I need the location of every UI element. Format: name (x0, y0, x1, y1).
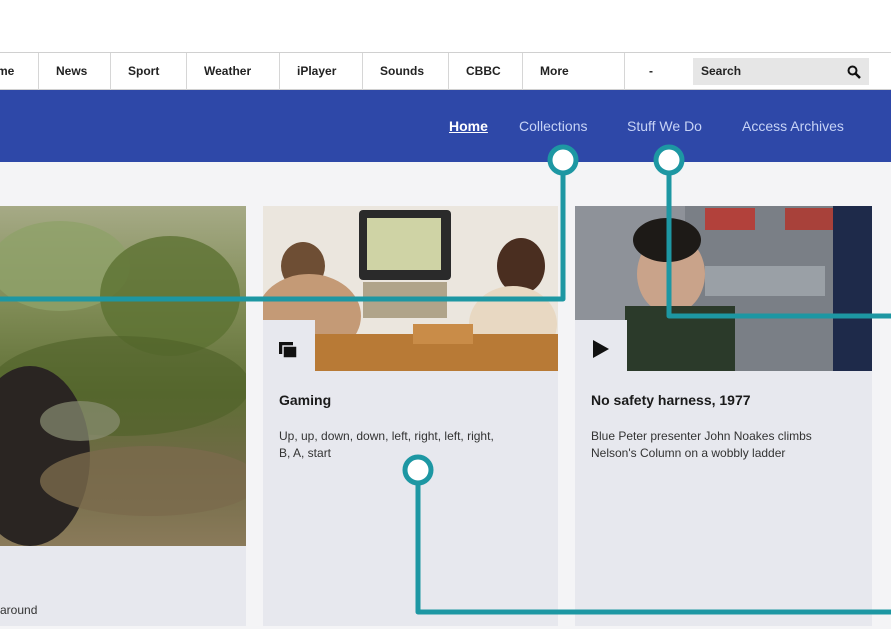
subnav-collections[interactable]: Collections (519, 118, 587, 134)
global-nav: me News Sport Weather iPlayer Sounds CBB… (0, 52, 891, 90)
nav-weather[interactable]: Weather (186, 53, 279, 90)
nav-more[interactable]: More (522, 53, 624, 90)
nav-news[interactable]: News (38, 53, 110, 90)
card-harness-title: No safety harness, 1977 (591, 392, 751, 408)
more-dropdown-toggle[interactable]: - (624, 53, 684, 90)
card-gaming-title: Gaming (279, 392, 332, 408)
subnav-access-archives[interactable]: Access Archives (742, 118, 844, 134)
card-1[interactable]: around (0, 206, 246, 626)
nav-sport[interactable]: Sport (110, 53, 186, 90)
card-gaming[interactable]: Gaming Up, up, down, down, left, right, … (263, 206, 558, 626)
subnav-stuff-we-do[interactable]: Stuff We Do (627, 118, 702, 134)
card-no-safety-harness[interactable]: No safety harness, 1977 Blue Peter prese… (575, 206, 872, 626)
search-box[interactable]: Search (693, 58, 869, 85)
nav-home[interactable]: me (0, 53, 38, 90)
card-gaming-desc: Up, up, down, down, left, right, left, r… (279, 428, 494, 462)
nav-cbbc[interactable]: CBBC (448, 53, 522, 90)
search-label: Search (701, 64, 742, 78)
card-harness-desc-line-1: Blue Peter presenter John Noakes climbs (591, 429, 812, 443)
card-gaming-badge (263, 320, 315, 374)
content-area: around Gaming Up, up, down, down, left, … (0, 162, 891, 629)
card-1-desc: around (0, 603, 38, 617)
card-harness-desc-line-2: Nelson's Column on a wobbly ladder (591, 446, 786, 460)
card-harness-badge (575, 320, 627, 374)
section-nav: Home Collections Stuff We Do Access Arch… (0, 90, 891, 162)
nav-iplayer[interactable]: iPlayer (279, 53, 362, 90)
card-harness-desc: Blue Peter presenter John Noakes climbs … (591, 428, 812, 462)
play-icon[interactable] (593, 340, 609, 363)
subnav-home[interactable]: Home (449, 118, 488, 134)
search-icon[interactable] (847, 58, 861, 85)
nav-sounds[interactable]: Sounds (362, 53, 448, 90)
card-gaming-desc-line-1: Up, up, down, down, left, right, left, r… (279, 429, 494, 443)
card-gaming-desc-line-2: B, A, start (279, 446, 332, 460)
card-1-image (0, 206, 246, 546)
